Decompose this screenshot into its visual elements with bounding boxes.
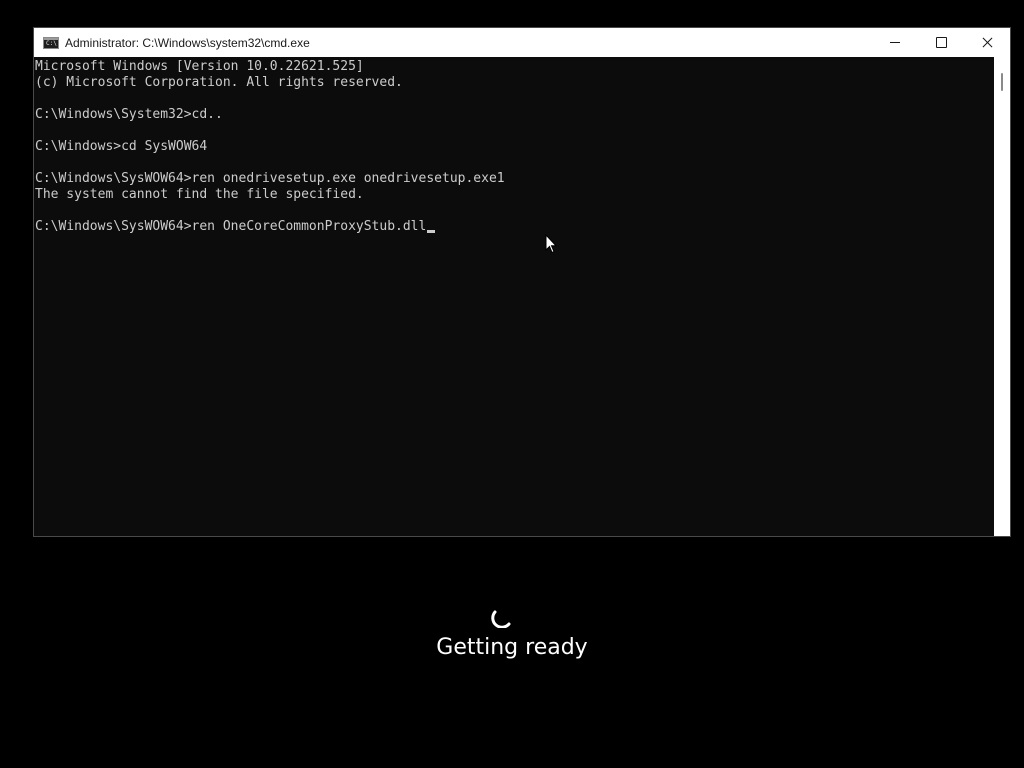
console-line: C:\Windows>cd SysWOW64 [35,139,208,154]
console-line: C:\Windows\SysWOW64>ren onedrivesetup.ex… [35,171,505,186]
command-prompt-icon: C:\ [43,36,59,49]
status-message: Getting ready [436,635,588,660]
text-cursor [427,230,436,233]
minimize-button[interactable] [872,28,918,57]
command-prompt-icon-glyph: C:\ [46,39,57,47]
console-line: Microsoft Windows [Version 10.0.22621.52… [35,59,364,74]
console-current-command: C:\Windows\SysWOW64>ren OneCoreCommonPro… [35,219,427,234]
window-title: Administrator: C:\Windows\system32\cmd.e… [65,35,310,50]
console-output[interactable]: Microsoft Windows [Version 10.0.22621.52… [34,57,994,536]
scrollbar-thumb[interactable] [1001,73,1003,91]
window-controls [872,28,1010,57]
console-input-line[interactable]: C:\Windows\SysWOW64>ren OneCoreCommonPro… [35,219,994,235]
console-line: (c) Microsoft Corporation. All rights re… [35,75,403,90]
console-line: C:\Windows\System32>cd.. [35,107,223,122]
title-bar[interactable]: C:\ Administrator: C:\Windows\system32\c… [34,28,1010,57]
console-line: The system cannot find the file specifie… [35,187,364,202]
close-button[interactable] [964,28,1010,57]
vertical-scrollbar[interactable] [994,57,1010,536]
maximize-button[interactable] [918,28,964,57]
mouse-pointer-icon [545,234,557,254]
loading-spinner-icon [491,610,511,628]
cmd-window[interactable]: C:\ Administrator: C:\Windows\system32\c… [33,27,1011,537]
